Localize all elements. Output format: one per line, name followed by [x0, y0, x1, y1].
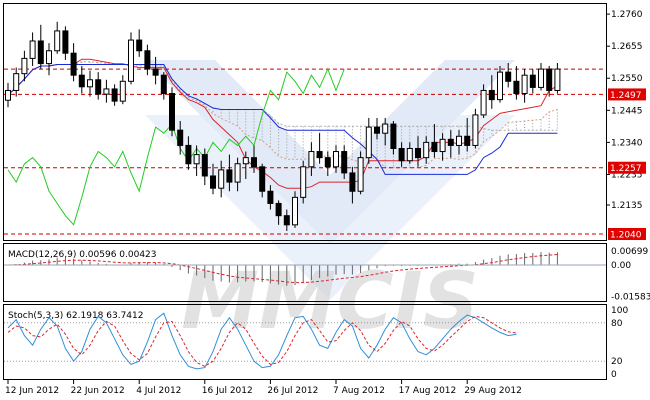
candle-body [480, 89, 487, 116]
candle-body [95, 79, 102, 95]
stoch-label: Stoch(5,3,3) 62.1918 63.7412 [8, 311, 143, 321]
candle-body [505, 71, 512, 82]
candle-body [193, 154, 200, 165]
candle-body [251, 157, 257, 168]
candle-body [111, 88, 118, 102]
candle-body [324, 157, 331, 168]
candle-body [456, 135, 462, 146]
candle-body [415, 147, 421, 159]
candle-body [439, 138, 446, 153]
candle-body [185, 144, 192, 165]
candle-body [357, 157, 364, 192]
candle-body [382, 123, 389, 134]
macd-tick-label: 0.00699 [611, 247, 648, 257]
candle-body [488, 89, 495, 101]
candle-body [259, 166, 266, 192]
date-tick-label: 26 Jul 2012 [267, 386, 318, 396]
candle-body [300, 166, 307, 198]
candle-body [349, 172, 356, 192]
candle-body [447, 138, 454, 146]
stoch-tick-label: 80 [611, 319, 623, 329]
candle-body [283, 215, 290, 226]
candle-body [128, 39, 134, 82]
price-tick-label: 1.2445 [611, 106, 643, 116]
candle-body [201, 154, 208, 177]
candle-body [374, 126, 380, 134]
candle-body [513, 80, 520, 95]
candle-body [275, 202, 282, 217]
candle-body [538, 68, 544, 88]
price-axis: 1.27601.26551.25501.24451.23401.22351.21… [606, 10, 643, 211]
date-tick-label: 12 Jun 2012 [5, 386, 59, 396]
stoch-tick-label: 100 [611, 306, 628, 316]
candle-body [316, 151, 323, 159]
candle-body [398, 147, 405, 162]
candle-body [70, 52, 77, 76]
date-tick-label: 29 Aug 2012 [464, 386, 522, 396]
candle-body [308, 151, 315, 168]
price-tick-label: 1.2340 [611, 138, 643, 148]
price-tick-label: 1.2655 [611, 42, 643, 52]
macd-tick-label: -0.01583 [611, 293, 650, 303]
candle-body [242, 157, 249, 165]
candle-body [144, 50, 151, 70]
date-tick-label: 4 Jul 2012 [136, 386, 181, 396]
level-tag-text: 1.2040 [610, 231, 642, 241]
stoch-tick-label: 0 [611, 370, 617, 380]
candle-body [152, 68, 159, 76]
price-tick-label: 1.2760 [611, 10, 643, 20]
level-tag-text: 1.2497 [610, 91, 642, 101]
candle-body [87, 79, 93, 88]
candle-body [54, 30, 61, 52]
macd-axis: 0.00699 0.00 -0.01583 [611, 247, 650, 303]
chart-svg: MMCIS 1.27601.26551.25501.24451.23401.22… [3, 3, 650, 396]
level-tag-text: 1.2257 [610, 164, 642, 174]
candle-body [29, 40, 36, 59]
candle-body [160, 74, 167, 95]
candle-body [136, 39, 143, 52]
stoch-tick-label: 20 [611, 357, 623, 367]
date-tick-label: 22 Jun 2012 [71, 386, 125, 396]
candle-body [431, 141, 438, 153]
candle-body [341, 151, 348, 174]
candle-body [464, 135, 471, 146]
candle-body [292, 196, 298, 226]
price-tick-label: 1.2550 [611, 74, 643, 84]
candle-body [210, 175, 216, 189]
candle-body [218, 169, 225, 189]
date-tick-label: 17 Aug 2012 [399, 386, 457, 396]
candle-body [177, 129, 184, 146]
candle-body [13, 73, 20, 91]
candle-body [78, 74, 85, 88]
candle-body [267, 190, 274, 204]
candle-body [21, 57, 28, 75]
macd-label: MACD(12,26,9) 0.00596 0.00423 [8, 250, 157, 260]
candle-body [169, 93, 175, 131]
date-tick-label: 16 Jul 2012 [202, 386, 253, 396]
macd-tick-label: 0.00 [611, 261, 631, 271]
price-tick-label: 1.2135 [611, 201, 643, 211]
candle-body [37, 40, 44, 65]
candle-body [333, 151, 339, 168]
time-axis: 12 Jun 2012 22 Jun 2012 4 Jul 2012 16 Jul 2… [5, 380, 522, 396]
candle-body [226, 169, 233, 183]
candle-body [406, 147, 413, 162]
candle-body [497, 71, 503, 101]
candle-body [472, 114, 479, 146]
candle-body [546, 68, 553, 91]
candle-body [46, 50, 52, 65]
candle-body [529, 74, 536, 88]
candle-body [5, 89, 11, 101]
candle-body [234, 163, 241, 183]
date-tick-label: 7 Aug 2012 [333, 386, 385, 396]
candle-body [521, 74, 528, 95]
candle-body [423, 141, 430, 159]
candle-body [62, 30, 69, 54]
candle-body [103, 88, 110, 95]
candle-body [119, 80, 126, 102]
candle-body [554, 68, 561, 91]
candle-body [390, 123, 397, 149]
stoch-axis: 100 80 20 0 [611, 306, 628, 380]
candle-body [365, 126, 372, 159]
